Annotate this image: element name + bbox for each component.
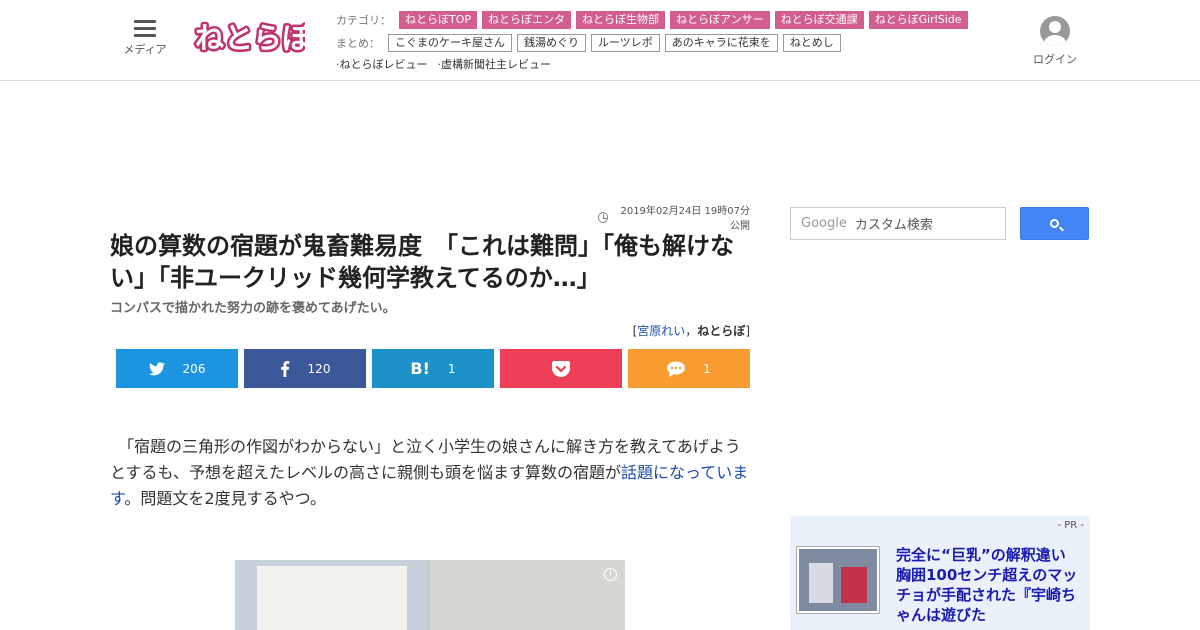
matome-link-roots[interactable]: ルーツレポ — [591, 34, 660, 52]
logo-text: ねとらぼ — [195, 21, 305, 55]
homework-photo — [235, 560, 429, 630]
article-subtitle: コンパスで描かれた努力の跡を褒めてあげたい。 — [110, 301, 396, 316]
category-label: カテゴリ： — [336, 14, 391, 27]
twitter-share-count: 206 — [182, 361, 206, 376]
facebook-share-count: 120 — [307, 361, 331, 376]
article-tweet-image[interactable]: i — [235, 560, 625, 630]
byline-separator: ， — [685, 324, 698, 338]
twitter-icon — [148, 361, 165, 376]
search-placeholder: カスタム検索 — [854, 218, 933, 233]
media-menu-label: メディア — [123, 43, 167, 56]
share-bar: 206 120 B! 1 1 — [116, 349, 756, 388]
pr-thumbnail-image — [799, 549, 877, 611]
category-link-enta[interactable]: ねとらぼエンタ — [482, 11, 572, 29]
login-button[interactable]: ログイン — [1030, 16, 1080, 67]
search-icon — [1050, 219, 1059, 228]
facebook-icon — [280, 360, 290, 377]
hatena-bookmark-button[interactable]: B! 1 — [372, 349, 494, 388]
comment-button[interactable]: 1 — [628, 349, 750, 388]
category-link-seibutsu[interactable]: ねとらぼ生物部 — [576, 11, 666, 29]
review-link-kyoko[interactable]: ·虚構新聞社主レビュー — [438, 56, 552, 72]
byline-site: ねとらぼ — [697, 324, 746, 338]
hatena-bookmark-icon: B! — [410, 359, 430, 378]
info-icon[interactable]: i — [604, 568, 617, 581]
publish-date: 2019年02月24日 19時07分 公開 — [598, 202, 750, 232]
article-lead-paragraph: 「宿題の三角形の作図がわからない」と泣く小学生の娘さんに解き方を教えてあげようと… — [110, 434, 752, 512]
pocket-icon — [552, 360, 570, 377]
lead-text-end: 。問題文を2度見するやつ。 — [124, 489, 326, 508]
hamburger-icon — [134, 20, 156, 37]
category-link-answer[interactable]: ねとらぼアンサー — [670, 11, 770, 29]
matome-label: まとめ： — [336, 37, 380, 50]
user-avatar-icon — [1040, 16, 1070, 46]
category-link-top[interactable]: ねとらぼTOP — [399, 11, 478, 29]
pr-article-link[interactable]: 完全に“巨乳”の解釈違い 胸囲100センチ超えのマッチョが手配された『宇崎ちゃん… — [896, 545, 1086, 625]
author-link[interactable]: 宮原れい — [637, 324, 685, 338]
site-header: メディア ねとらぼ ねとらぼ カテゴリ： ねとらぼTOP ねとらぼエンタ ねとら… — [0, 0, 1200, 81]
hatena-bookmark-count: 1 — [447, 361, 456, 376]
pr-label: - PR - — [1057, 520, 1084, 531]
review-row: ·ねとらぼレビュー ·虚構新聞社主レビュー — [336, 56, 561, 72]
google-brand: Google — [801, 216, 847, 231]
site-logo[interactable]: ねとらぼ ねとらぼ — [193, 14, 305, 62]
category-row: カテゴリ： ねとらぼTOP ねとらぼエンタ ねとらぼ生物部 ねとらぼアンサー ね… — [336, 11, 973, 29]
category-link-girlside[interactable]: ねとらぼGirlSide — [868, 11, 968, 29]
byline-bracket-close: ] — [745, 324, 750, 338]
media-menu-button[interactable]: メディア — [122, 20, 168, 57]
category-link-kotsu[interactable]: ねとらぼ交通課 — [774, 11, 864, 29]
article-title: 娘の算数の宿題が鬼畜難易度 「これは難問」「俺も解けない」「非ユークリッド幾何学… — [110, 232, 734, 292]
matome-link-kuma-cake[interactable]: こぐまのケーキ屋さん — [388, 34, 512, 52]
comment-count: 1 — [703, 361, 711, 376]
login-label: ログイン — [1033, 53, 1077, 66]
review-link-netorabo[interactable]: ·ねとらぼレビュー — [336, 56, 428, 72]
twitter-share-button[interactable]: 206 — [116, 349, 238, 388]
matome-link-sento[interactable]: 銭湯めぐり — [517, 34, 586, 52]
comment-icon — [667, 361, 686, 377]
pr-widget: - PR - 完全に“巨乳”の解釈違い 胸囲100センチ超えのマッチョが手配され… — [790, 516, 1090, 630]
matome-link-hanataba[interactable]: あのキャラに花束を — [664, 34, 778, 52]
homework-photo-second — [430, 560, 625, 630]
publish-date-text: 2019年02月24日 19時07分 公開 — [620, 206, 750, 232]
facebook-share-button[interactable]: 120 — [244, 349, 366, 388]
matome-row: まとめ： こぐまのケーキ屋さん 銭湯めぐり ルーツレポ あのキャラに花束を ねと… — [336, 34, 846, 52]
search-button[interactable] — [1020, 207, 1089, 240]
homework-sheet — [257, 566, 407, 630]
pocket-button[interactable] — [500, 349, 622, 388]
article-byline: [宮原れい，ねとらぼ] — [500, 322, 750, 339]
clock-icon — [598, 211, 609, 223]
matome-link-netomeshi[interactable]: ねとめし — [782, 34, 841, 52]
pr-thumbnail[interactable] — [796, 546, 880, 614]
custom-search-input[interactable]: Google カスタム検索 — [790, 207, 1006, 240]
